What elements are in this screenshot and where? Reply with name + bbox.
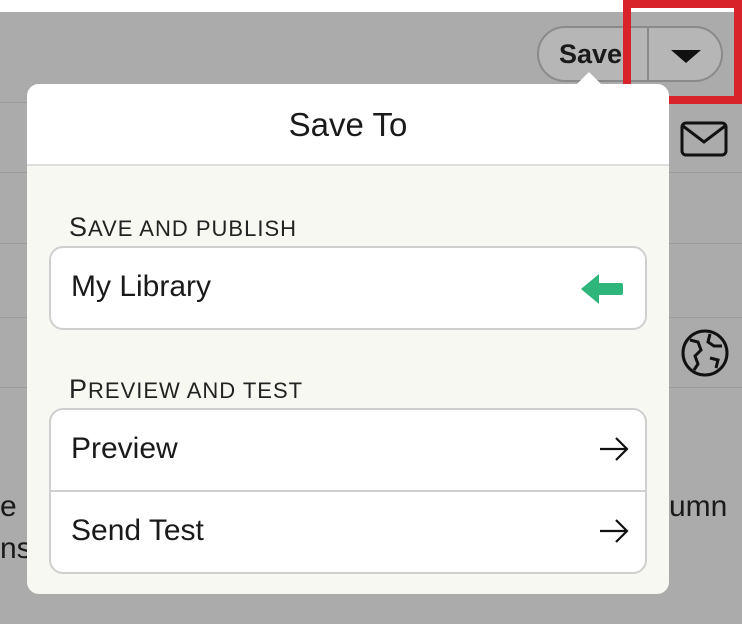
popover-header: Save To	[27, 84, 669, 166]
arrow-right-icon	[600, 437, 629, 461]
save-button[interactable]: Save	[559, 39, 622, 70]
screen: e ns umn Save Save To Save and Publish M…	[0, 0, 742, 624]
menu-item-label: Preview	[71, 432, 178, 465]
section-label-save-and-publish: Save and Publish	[69, 212, 298, 242]
green-arrow-left-icon	[581, 274, 623, 304]
globe-icon[interactable]	[680, 328, 730, 378]
mail-icon[interactable]	[680, 120, 730, 158]
menu-item-label: My Library	[71, 270, 212, 303]
section-label-preview-and-test: Preview and Test	[69, 374, 304, 404]
menu-item-label: Send Test	[71, 514, 204, 547]
save-to-popover: Save To Save and Publish My Library Prev…	[27, 84, 669, 594]
background-text-fragment: umn	[669, 490, 728, 523]
popover-title: Save To	[288, 106, 408, 143]
preview-and-test-card: Preview Send Test	[49, 408, 647, 574]
menu-item-my-library[interactable]: My Library	[51, 248, 645, 328]
save-and-publish-card: My Library	[49, 246, 647, 330]
menu-item-send-test[interactable]: Send Test	[51, 492, 645, 572]
background-text-fragment: e	[0, 490, 17, 523]
menu-item-preview[interactable]: Preview	[51, 410, 645, 490]
arrow-right-icon	[600, 519, 629, 543]
